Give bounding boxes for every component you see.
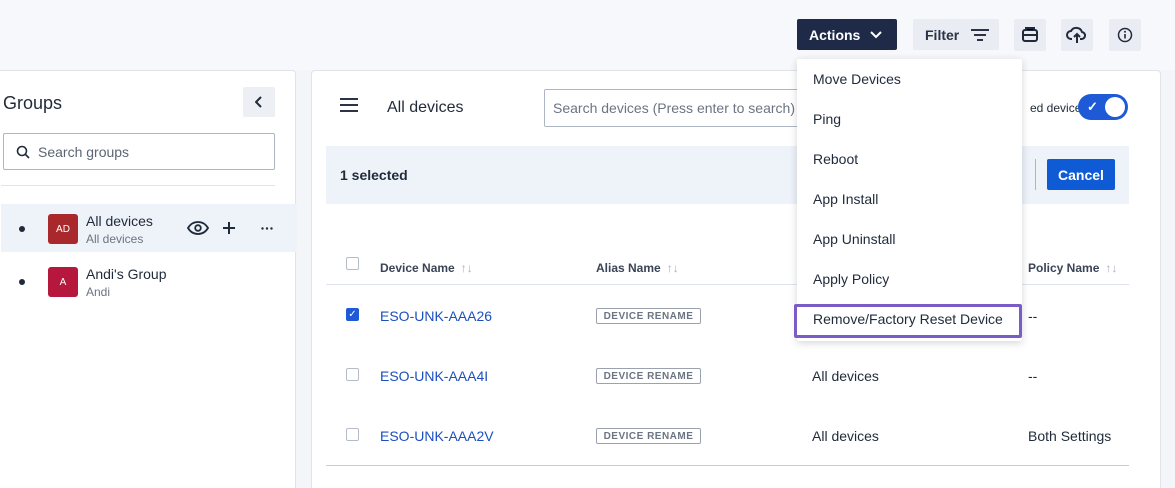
column-label: Alias Name: [596, 261, 661, 275]
hidden-action-button[interactable]: [1026, 159, 1036, 190]
groups-title: Groups: [3, 93, 63, 113]
policy-cell: --: [1028, 368, 1038, 384]
info-icon: [1117, 27, 1133, 43]
filter-button[interactable]: Filter: [913, 19, 999, 50]
ticket-icon: [1022, 27, 1038, 42]
menu-item-reboot[interactable]: Reboot: [813, 151, 858, 167]
menu-item-ping[interactable]: Ping: [813, 111, 841, 127]
group-search-input[interactable]: Search groups: [3, 133, 275, 170]
column-header-device-name[interactable]: Device Name ↑↓: [380, 261, 473, 275]
menu-item-app-install[interactable]: App Install: [813, 191, 878, 207]
menu-item-move-devices[interactable]: Move Devices: [813, 71, 901, 87]
column-label: Policy Name: [1028, 261, 1100, 275]
info-button[interactable]: [1109, 19, 1141, 51]
sort-icon: ↑↓: [1105, 261, 1118, 275]
row-checkbox[interactable]: [346, 368, 359, 381]
ticket-icon-button[interactable]: [1014, 19, 1046, 51]
select-all-checkbox[interactable]: [346, 257, 359, 270]
include-subgroup-toggle[interactable]: ✓: [1078, 94, 1128, 120]
group-item-andis-group[interactable]: A Andi's Group Andi: [1, 257, 297, 305]
divider: [1, 185, 275, 186]
group-cell: All devices: [812, 368, 879, 384]
check-icon: ✓: [1087, 99, 1098, 114]
group-name: Andi's Group: [86, 266, 167, 282]
column-header-policy-name[interactable]: Policy Name ↑↓: [1028, 261, 1117, 275]
group-item-all-devices[interactable]: AD All devices All devices: [1, 204, 297, 252]
eye-icon[interactable]: [187, 221, 209, 235]
column-header-alias-name[interactable]: Alias Name ↑↓: [596, 261, 679, 275]
menu-item-remove-factory-reset[interactable]: Remove/Factory Reset Device: [813, 311, 1003, 327]
group-name: All devices: [86, 213, 153, 229]
chevron-left-icon: [255, 96, 262, 108]
cloud-upload-button[interactable]: [1061, 19, 1093, 51]
devices-panel: All devices Search devices (Press enter …: [311, 70, 1161, 488]
groups-panel: Groups Search groups AD All devices All …: [0, 70, 297, 488]
group-search-placeholder: Search groups: [38, 143, 130, 160]
menu-item-app-uninstall[interactable]: App Uninstall: [813, 231, 896, 247]
page-title: All devices: [387, 99, 464, 116]
avatar: A: [48, 267, 78, 297]
row-checkbox[interactable]: ✓: [346, 308, 359, 321]
cloud-upload-icon: [1066, 26, 1086, 43]
filter-icon: [971, 28, 990, 41]
actions-button-label: Actions: [809, 26, 861, 43]
actions-dropdown-menu: Move Devices Ping Reboot App Install App…: [794, 59, 1022, 341]
filter-button-label: Filter: [925, 26, 960, 43]
row-checkbox[interactable]: [346, 428, 359, 441]
menu-item-apply-policy[interactable]: Apply Policy: [813, 271, 889, 287]
group-subtitle: All devices: [86, 232, 144, 246]
search-icon: [16, 145, 30, 159]
device-search-input[interactable]: Search devices (Press enter to search): [544, 89, 814, 127]
actions-button[interactable]: Actions: [797, 19, 897, 50]
collapse-groups-button[interactable]: [243, 87, 275, 117]
sort-icon: ↑↓: [460, 261, 473, 275]
selection-count: 1 selected: [340, 167, 408, 183]
chevron-down-icon: [870, 30, 883, 38]
hamburger-menu-icon[interactable]: [340, 98, 358, 112]
bullet: [19, 226, 25, 232]
more-icon[interactable]: [261, 227, 273, 230]
plus-icon[interactable]: [223, 222, 235, 234]
avatar: AD: [48, 214, 78, 244]
bullet: [19, 279, 25, 285]
alias-badge: DEVICE RENAME: [596, 428, 701, 444]
alias-badge: DEVICE RENAME: [596, 368, 701, 384]
device-name-link[interactable]: ESO-UNK-AAA4I: [380, 368, 488, 384]
toggle-knob: [1105, 97, 1125, 117]
group-cell: All devices: [812, 428, 879, 444]
cancel-button[interactable]: Cancel: [1047, 159, 1115, 190]
policy-cell: Both Settings: [1028, 428, 1112, 444]
column-label: Device Name: [380, 261, 455, 275]
sort-icon: ↑↓: [666, 261, 679, 275]
group-subtitle: Andi: [86, 285, 111, 299]
policy-cell: --: [1028, 308, 1038, 324]
device-name-link[interactable]: ESO-UNK-AAA26: [380, 308, 492, 324]
table-bottom-divider: [326, 465, 1129, 466]
device-search-placeholder: Search devices (Press enter to search): [553, 100, 795, 116]
device-name-link[interactable]: ESO-UNK-AAA2V: [380, 428, 494, 444]
alias-badge: DEVICE RENAME: [596, 308, 701, 324]
